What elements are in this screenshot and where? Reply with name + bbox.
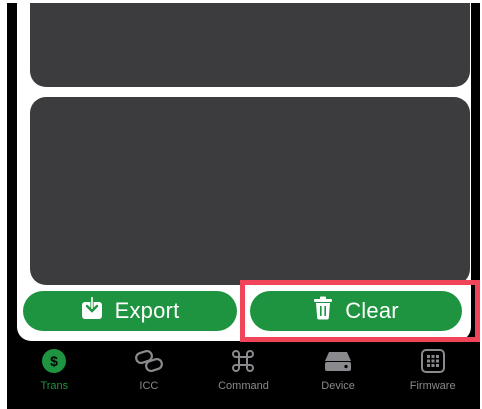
clear-button[interactable]: Clear [250, 291, 462, 331]
tab-icc[interactable]: ICC [104, 342, 194, 392]
link-icon [134, 348, 164, 374]
tab-command[interactable]: Command [198, 342, 288, 392]
tab-bar: $ Trans ICC Command Device Firmware [7, 342, 480, 406]
tab-label: Firmware [409, 380, 456, 392]
grid-chip-icon [418, 348, 448, 374]
trash-icon [313, 296, 333, 326]
tab-label: ICC [139, 380, 159, 392]
dollar-circle-icon: $ [39, 348, 69, 374]
tab-label: Command [218, 380, 269, 392]
tab-label: Device [321, 380, 355, 392]
tab-firmware[interactable]: Firmware [388, 342, 478, 392]
export-button[interactable]: Export [23, 291, 237, 331]
output-panel-bottom [30, 97, 470, 285]
drive-icon [323, 348, 353, 374]
export-label: Export [114, 298, 180, 323]
clear-label: Clear [345, 298, 399, 323]
command-key-icon [228, 348, 258, 374]
tab-device[interactable]: Device [293, 342, 383, 392]
download-tray-icon [81, 296, 103, 326]
svg-text:$: $ [50, 353, 58, 369]
tab-trans[interactable]: $ Trans [9, 342, 99, 392]
tab-label: Trans [40, 380, 69, 392]
output-panel-top [30, 3, 470, 87]
